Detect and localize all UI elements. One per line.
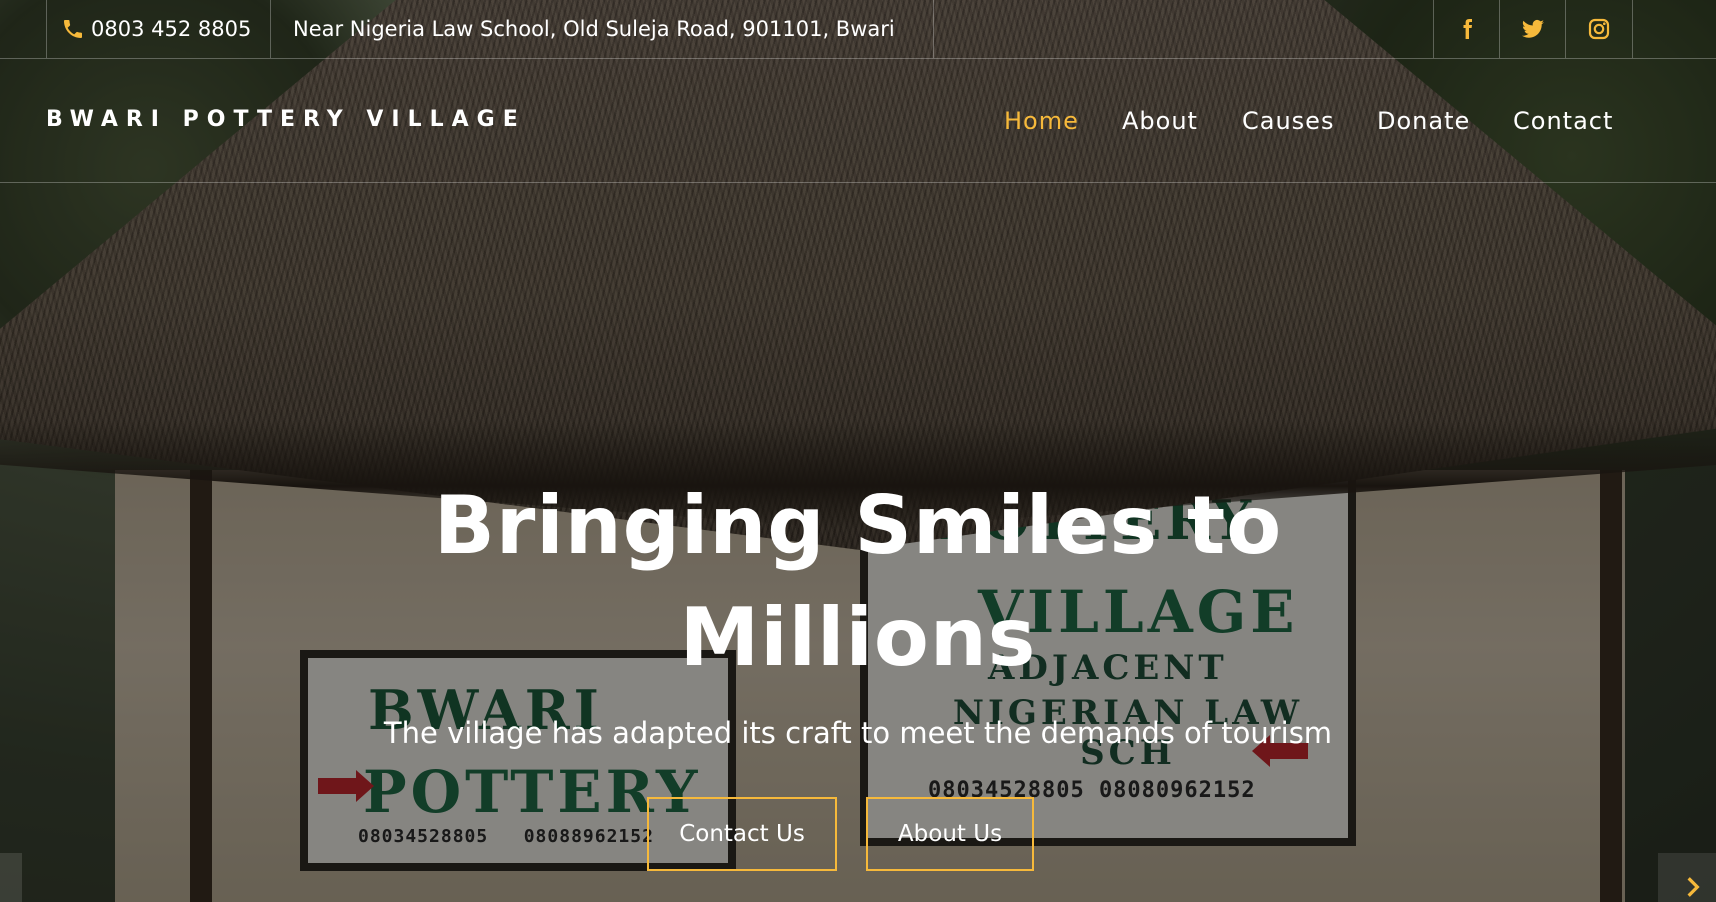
chevron-right-icon — [1687, 877, 1700, 897]
twitter-icon — [1522, 19, 1544, 38]
top-bar: 0803 452 8805 Near Nigeria Law School, O… — [0, 0, 1716, 59]
facebook-icon — [1463, 19, 1472, 39]
main-navbar: BWARI POTTERY VILLAGE Home About Causes … — [0, 59, 1716, 183]
slider-next-button[interactable] — [1658, 853, 1716, 902]
nav-home[interactable]: Home — [1004, 107, 1079, 135]
nav-donate[interactable]: Donate — [1377, 107, 1470, 135]
nav-causes[interactable]: Causes — [1242, 107, 1334, 135]
phone-number: 0803 452 8805 — [91, 17, 252, 41]
slider-prev-button[interactable] — [0, 853, 22, 902]
facebook-link[interactable] — [1433, 0, 1500, 58]
phone-icon — [64, 20, 82, 38]
hero-title-line-1: Bringing Smiles to — [433, 479, 1283, 572]
nav-about[interactable]: About — [1122, 107, 1198, 135]
address-text: Near Nigeria Law School, Old Suleja Road… — [293, 17, 895, 41]
hero-title-line-2: Millions — [679, 591, 1037, 684]
twitter-link[interactable] — [1499, 0, 1566, 58]
site-logo-text[interactable]: BWARI POTTERY VILLAGE — [46, 107, 526, 132]
contact-us-button[interactable]: Contact Us — [647, 797, 837, 871]
nav-contact[interactable]: Contact — [1513, 107, 1613, 135]
hero-subtitle: The village has adapted its craft to mee… — [383, 716, 1333, 750]
about-us-button[interactable]: About Us — [866, 797, 1034, 871]
hero-title: Bringing Smiles to Millions — [358, 470, 1358, 694]
instagram-icon — [1588, 18, 1610, 40]
address: Near Nigeria Law School, Old Suleja Road… — [270, 0, 934, 58]
phone-contact[interactable]: 0803 452 8805 — [46, 0, 270, 58]
instagram-link[interactable] — [1565, 0, 1633, 58]
